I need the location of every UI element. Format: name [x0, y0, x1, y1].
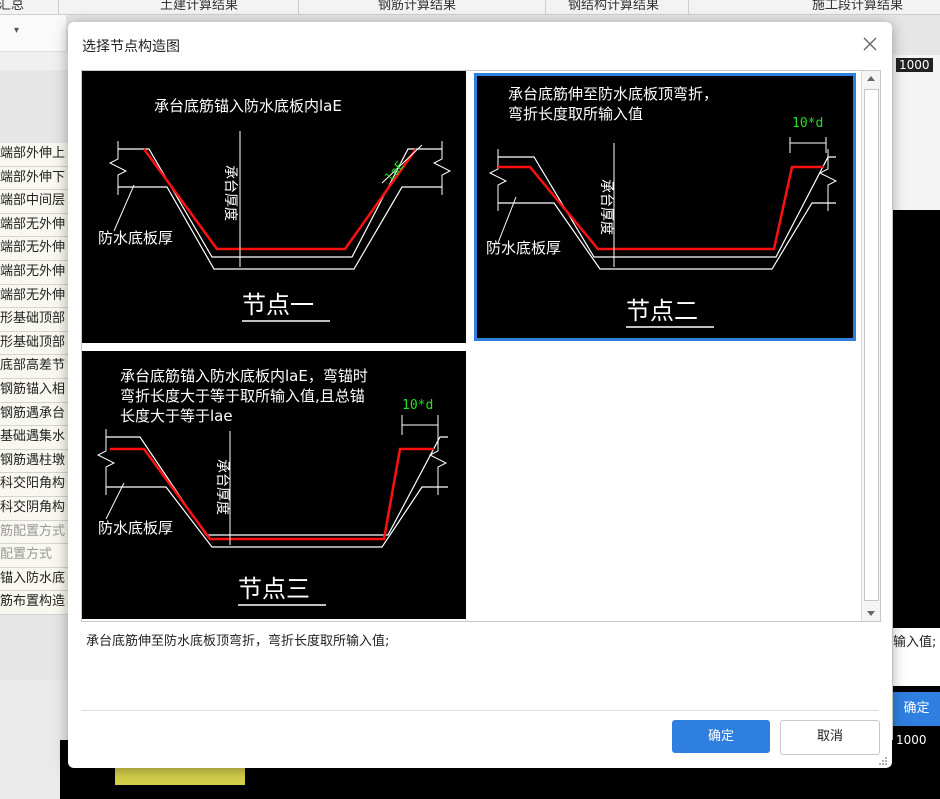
cancel-button[interactable]: 取消 — [780, 720, 880, 755]
bend-length-label: 10*d — [792, 116, 823, 131]
tab-divider — [58, 0, 59, 14]
list-item[interactable]: 钢筋锚入相 — [0, 378, 70, 403]
list-item[interactable]: 底部高差节 — [0, 355, 70, 379]
list-item[interactable]: 端部无外伸 — [0, 284, 70, 309]
background-confirm-button[interactable]: 确定 — [893, 692, 940, 726]
list-item[interactable]: 锚入防水底 — [0, 567, 70, 592]
node-caption-line: 承台底筋伸至防水底板顶弯折， — [508, 85, 718, 103]
list-item[interactable]: 端部中间层 — [0, 190, 70, 214]
list-item[interactable]: 形基础顶部 — [0, 331, 70, 356]
scroll-down-icon[interactable] — [862, 605, 880, 621]
node-option-2[interactable]: 承台底筋伸至防水底板顶弯折， 弯折长度取所输入值 10*d 承台厚度 防水底板厚… — [474, 73, 856, 341]
node-diagram-gallery: 承台底筋锚入防水底板内laE laE 承台厚度 防水底板厚 节点一 承台底筋伸至… — [81, 70, 881, 622]
close-icon[interactable] — [860, 34, 880, 54]
tab-summary[interactable]: 汇总 — [0, 0, 24, 13]
node-title: 节点二 — [626, 297, 698, 325]
tab-divider — [298, 0, 299, 14]
resize-grip-icon[interactable] — [878, 755, 888, 765]
tab-divider — [545, 0, 546, 14]
list-item[interactable]: 科交阳角构 — [0, 473, 70, 497]
bend-length-label: 10*d — [402, 398, 433, 413]
background-description-text: 输入值; — [893, 628, 940, 686]
node-caption-line: 弯折长度大于等于取所输入值,且总锚 — [120, 387, 365, 405]
ok-button[interactable]: 确定 — [672, 720, 770, 753]
footer-divider — [81, 710, 879, 711]
list-item[interactable]: 钢筋遇承台 — [0, 402, 70, 427]
background-right-panel — [893, 55, 940, 210]
selected-node-description: 承台底筋伸至防水底板顶弯折，弯折长度取所输入值; — [86, 634, 390, 649]
list-item[interactable]: 筋布置构造 — [0, 591, 70, 615]
node-caption-line: 承台底筋锚入防水底板内laE — [154, 97, 342, 115]
background-value-label: 1000 — [896, 733, 927, 747]
scroll-up-icon[interactable] — [862, 71, 880, 87]
list-item[interactable]: 配置方式 — [0, 544, 70, 568]
node-title: 节点一 — [242, 291, 314, 319]
cap-thickness-label: 承台厚度 — [598, 179, 614, 235]
tab-steel-results[interactable]: 钢结构计算结果 — [568, 0, 659, 13]
node-caption-line: 弯折长度取所输入值 — [508, 105, 643, 123]
dropdown-arrow-icon[interactable]: ▾ — [14, 25, 19, 36]
list-item[interactable]: 端部无外伸 — [0, 237, 70, 261]
node-caption-line: 长度大于等于lae — [120, 407, 233, 425]
scrollbar-thumb[interactable] — [864, 89, 879, 601]
list-item[interactable]: 科交阴角构 — [0, 496, 70, 521]
list-item[interactable]: 基础遇集水 — [0, 426, 70, 450]
slab-thickness-label: 防水底板厚 — [98, 229, 173, 247]
cap-thickness-label: 承台厚度 — [214, 459, 230, 515]
tab-phase-results[interactable]: 施工段计算结果 — [812, 0, 903, 13]
list-item[interactable]: 端部外伸下 — [0, 166, 70, 191]
select-node-dialog: 选择节点构造图 承台底筋锚入防水底板内laE laE 承台厚度 防水底板厚 节点… — [68, 22, 892, 768]
cap-thickness-label: 承台厚度 — [222, 165, 238, 221]
node-option-3[interactable]: 承台底筋锚入防水底板内laE，弯锚时 弯折长度大于等于取所输入值,且总锚 长度大… — [82, 351, 466, 619]
vertical-scrollbar[interactable] — [861, 71, 880, 621]
list-item[interactable]: 筋配置方式 — [0, 520, 70, 545]
list-item[interactable]: 端部无外伸 — [0, 260, 70, 285]
tab-divider — [688, 0, 689, 14]
list-item[interactable]: 端部无外伸 — [0, 213, 70, 238]
result-tab-bar: 汇总 土建计算结果 钢筋计算结果 钢结构计算结果 施工段计算结果 — [0, 0, 940, 15]
tab-rebar-results[interactable]: 钢筋计算结果 — [378, 0, 456, 13]
list-item[interactable]: 钢筋遇柱墩 — [0, 449, 70, 474]
slab-thickness-label: 防水底板厚 — [486, 239, 561, 257]
background-filter-strip — [0, 52, 70, 70]
slab-thickness-label: 防水底板厚 — [98, 519, 173, 537]
background-value-label: 1000 — [896, 58, 933, 72]
background-toolbar: ▾ — [0, 15, 66, 52]
tab-civil-results[interactable]: 土建计算结果 — [160, 0, 238, 13]
list-item[interactable]: 端部外伸上 — [0, 143, 70, 167]
node-title: 节点三 — [238, 575, 310, 603]
list-item[interactable]: 形基础顶部 — [0, 308, 70, 332]
dialog-title: 选择节点构造图 — [82, 39, 180, 55]
node-caption-line: 承台底筋锚入防水底板内laE，弯锚时 — [120, 367, 368, 385]
node-option-1[interactable]: 承台底筋锚入防水底板内laE laE 承台厚度 防水底板厚 节点一 — [82, 71, 466, 343]
node-setting-list: 端部外伸上 端部外伸下 端部中间层 端部无外伸 端部无外伸 端部无外伸 端部无外… — [0, 143, 70, 615]
